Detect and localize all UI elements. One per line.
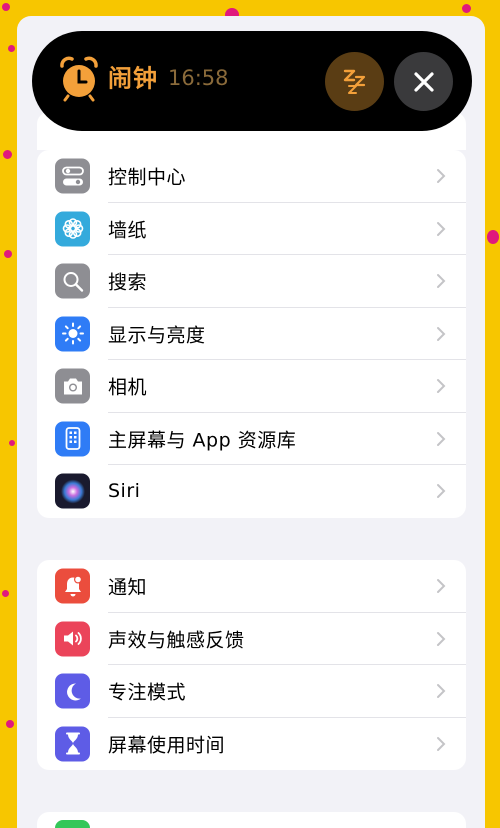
row-focus[interactable]: 专注模式 [37,665,466,718]
row-display-brightness[interactable]: 显示与亮度 [37,308,466,360]
row-label: 专注模式 [108,681,187,704]
chevron-right-icon [437,484,446,499]
row-camera[interactable]: 相机 [37,360,466,413]
row-label: 屏幕使用时间 [108,734,226,757]
row-wallpaper[interactable]: 墙纸 [37,203,466,255]
row-label: 控制中心 [108,166,187,189]
home-screen-icon [55,421,90,457]
chevron-right-icon [437,221,446,236]
settings-group-1: 控制中心 墙纸 搜索 显示与亮度 相机 主屏幕与 App 资源库 Siri [37,150,466,518]
dismiss-alarm-button[interactable] [394,52,453,111]
camera-icon [55,368,90,404]
row-siri[interactable]: Siri [37,465,466,518]
row-label: 声效与触感反馈 [108,629,245,652]
wallpaper-flower-icon [55,211,90,247]
siri-icon [55,473,90,509]
settings-group-2: 通知 声效与触感反馈 专注模式 屏幕使用时间 [37,560,466,770]
row-screen-time[interactable]: 屏幕使用时间 [37,718,466,771]
chevron-right-icon [437,274,446,289]
chevron-right-icon [437,431,446,446]
notification-bell-icon [55,568,90,604]
hourglass-icon [55,726,90,762]
chevron-right-icon [437,379,446,394]
row-sounds-haptics[interactable]: 声效与触感反馈 [37,613,466,665]
chevron-right-icon [437,169,446,184]
search-icon [55,263,90,299]
close-icon [413,71,434,92]
speaker-icon [55,621,90,657]
snooze-button[interactable] [325,52,384,111]
alarm-time: 16:58 [168,66,229,90]
chevron-right-icon [437,631,446,646]
chevron-right-icon [437,579,446,594]
row-label: 搜索 [108,271,148,294]
row-control-center[interactable]: 控制中心 [37,150,466,203]
row-label: 显示与亮度 [108,324,206,347]
alarm-clock-icon [60,56,98,102]
row-label: Siri [108,480,141,503]
row-home-screen[interactable]: 主屏幕与 App 资源库 [37,413,466,465]
alarm-title: 闹钟 [108,64,158,93]
row-label: 主屏幕与 App 资源库 [108,429,297,452]
row-search[interactable]: 搜索 [37,255,466,308]
settings-group-3-partial [37,812,466,828]
chevron-right-icon [437,684,446,699]
row-label: 相机 [108,376,148,399]
zzz-icon [343,69,365,94]
chevron-right-icon [437,326,446,341]
control-center-icon [55,158,90,194]
row-label: 墙纸 [108,219,148,242]
row-notifications[interactable]: 通知 [37,560,466,613]
settings-sheet: 控制中心 墙纸 搜索 显示与亮度 相机 主屏幕与 App 资源库 Siri 通知… [17,16,485,828]
row-label: 通知 [108,576,148,599]
partial-green-icon [55,820,90,828]
moon-icon [55,673,90,709]
chevron-right-icon [437,736,446,751]
brightness-sun-icon [55,316,90,352]
